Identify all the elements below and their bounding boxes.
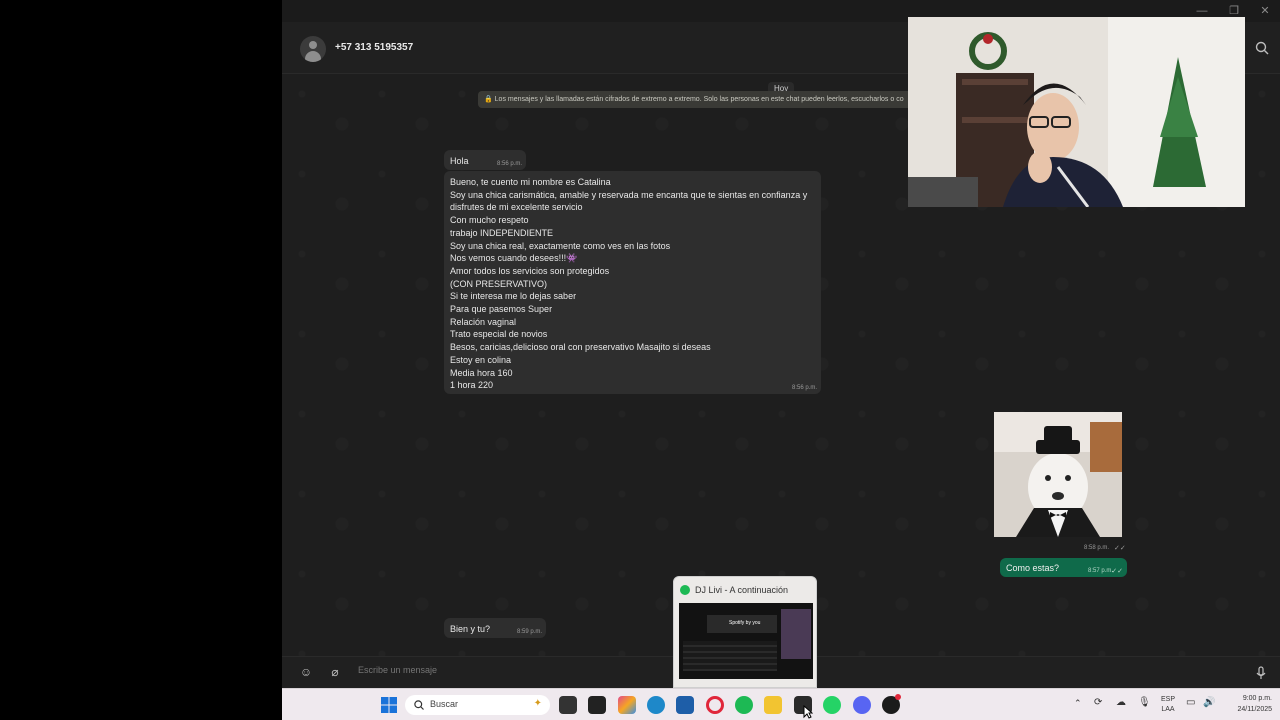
message-time: 8:58 p.m. — [1084, 545, 1110, 551]
edge-icon[interactable] — [647, 696, 665, 714]
read-receipt-icon: ✓✓ — [1111, 568, 1123, 575]
spotify-icon[interactable] — [735, 696, 753, 714]
notification-badge — [895, 694, 901, 700]
contact-name[interactable]: +57 313 5195357 — [335, 42, 413, 53]
message-time: 8:57 p.m. — [1087, 568, 1113, 574]
cloud-icon[interactable]: ☁ — [1116, 697, 1126, 708]
file-explorer-icon[interactable] — [764, 696, 782, 714]
message-text: Hola — [450, 156, 469, 166]
attach-icon[interactable]: ⌀ — [327, 664, 343, 680]
avatar-head — [309, 41, 317, 49]
emoji-icon[interactable]: ☺ — [298, 664, 314, 680]
taskbar-search[interactable]: Buscar ✦ — [405, 695, 550, 715]
microphone-icon[interactable] — [1253, 665, 1269, 681]
preview-tracklist — [683, 641, 777, 671]
volume-icon[interactable]: 🔊 — [1203, 697, 1215, 708]
message-text: Como estas? — [1006, 563, 1060, 573]
message-time: 8:56 p.m. — [496, 161, 522, 167]
dog-in-tuxedo-photo[interactable] — [994, 412, 1122, 537]
message-text: Bien y tu? — [450, 624, 491, 634]
search-icon — [414, 700, 424, 710]
taskbar: Buscar ✦ ⌃ ⟳ ☁ 🎙 ESP LAA ▭ 🔊 9:00 p.m. 2… — [282, 688, 1280, 720]
message-incoming[interactable]: Hola 8:56 p.m. — [444, 150, 526, 170]
desktop-black-area — [0, 0, 282, 688]
discord-icon[interactable] — [853, 696, 871, 714]
message-incoming[interactable]: Bien y tu? 8:59 p.m. — [444, 618, 546, 638]
language-bottom[interactable]: LAA — [1158, 706, 1178, 713]
clock-time[interactable]: 9:00 p.m. — [1222, 695, 1272, 702]
close-button[interactable]: ✕ — [1250, 3, 1280, 19]
preview-title: DJ Livi - A continuación — [695, 585, 789, 595]
read-receipt-icon: ✓✓ — [1114, 545, 1126, 552]
copilot-icon[interactable] — [618, 696, 636, 714]
task-view-icon[interactable] — [559, 696, 577, 714]
message-text: Bueno, te cuento mi nombre es Catalina S… — [450, 177, 808, 391]
message-outgoing[interactable]: Como estas? 8:57 p.m. ✓✓ — [1000, 558, 1127, 577]
whatsapp-icon[interactable] — [823, 696, 841, 714]
opera-icon[interactable] — [706, 696, 724, 714]
webcam-image — [908, 17, 1245, 207]
avatar-body — [305, 51, 321, 62]
language-top[interactable]: ESP — [1158, 696, 1178, 703]
spotify-taskbar-preview[interactable]: DJ Livi - A continuación Spotify by you — [673, 576, 817, 688]
spotify-icon — [680, 585, 690, 595]
encryption-notice[interactable]: 🔒 Los mensajes y las llamadas están cifr… — [478, 91, 918, 108]
message-time: 8:56 p.m. — [791, 385, 817, 391]
photo-image — [994, 412, 1122, 537]
network-icon[interactable]: ▭ — [1186, 697, 1195, 708]
webcam-overlay — [908, 17, 1245, 207]
search-icon[interactable] — [1254, 40, 1270, 56]
message-incoming[interactable]: Bueno, te cuento mi nombre es Catalina S… — [444, 171, 821, 394]
capcut-icon[interactable] — [588, 696, 606, 714]
microphone-icon[interactable]: 🎙 — [1138, 697, 1151, 708]
preview-thumbnail: Spotify by you — [679, 603, 813, 679]
contact-avatar[interactable] — [300, 36, 326, 62]
message-time: 8:59 p.m. — [516, 629, 542, 635]
mouse-cursor-icon — [803, 705, 813, 719]
chevron-up-icon[interactable]: ⌃ — [1074, 698, 1082, 709]
screen: — ❐ ✕ +57 313 5195357 Hoy 🔒 Los mensajes… — [0, 0, 1280, 720]
copilot-sparkle-icon: ✦ — [533, 698, 542, 709]
store-icon[interactable] — [676, 696, 694, 714]
preview-inner-title: Spotify by you — [729, 620, 761, 626]
sync-icon[interactable]: ⟳ — [1094, 697, 1102, 708]
search-label: Buscar — [430, 699, 459, 709]
clock-date[interactable]: 24/11/2025 — [1222, 706, 1272, 713]
preview-art — [781, 609, 811, 659]
windows-start-icon[interactable] — [381, 697, 397, 713]
